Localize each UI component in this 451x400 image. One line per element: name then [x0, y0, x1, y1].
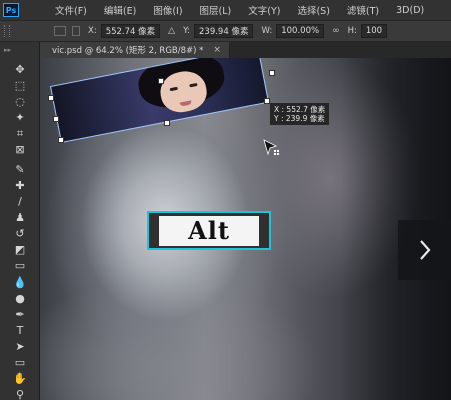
transform-handle-top-left[interactable] [48, 95, 54, 101]
transformed-photo-layer[interactable] [49, 58, 270, 143]
menu-layer[interactable]: 图层(L) [200, 3, 232, 17]
blur-tool-icon[interactable]: 💧 [9, 275, 31, 290]
height-field[interactable]: 100 [360, 24, 388, 38]
menu-select[interactable]: 选择(S) [297, 3, 329, 17]
eyedropper-tool-icon[interactable]: ✎ [9, 162, 31, 177]
crop-tool-icon[interactable]: ⌗ [9, 126, 31, 141]
tools-panel: ▸▸ ✥⬚◌✦⌗⊠✎✚/♟↺◩▭💧●✒T➤▭✋⚲… [0, 42, 40, 400]
document-tab-bar: vic.psd @ 64.2% (矩形 2, RGB/8#) * × [40, 42, 451, 58]
y-position-field[interactable]: 239.94 像素 [194, 24, 254, 38]
collapse-panel-icon[interactable]: ▸▸ [4, 46, 11, 54]
link-icon[interactable]: ∞ [332, 26, 340, 36]
menu-bar: Ps 文件(F) 编辑(E) 图像(I) 图层(L) 文字(Y) 选择(S) 滤… [0, 0, 451, 20]
type-tool-icon[interactable]: T [9, 323, 31, 338]
menu-file[interactable]: 文件(F) [55, 3, 87, 17]
hand-tool-icon[interactable]: ✋ [9, 371, 31, 386]
close-tab-icon[interactable]: × [213, 45, 221, 55]
gradient-tool-icon[interactable]: ▭ [9, 258, 31, 273]
brush-tool-icon[interactable]: / [9, 194, 31, 209]
menu-type[interactable]: 文字(Y) [248, 3, 280, 17]
options-bar-grip[interactable] [4, 25, 10, 37]
x-label: X: [88, 26, 97, 36]
transform-handle-top-middle[interactable] [158, 78, 164, 84]
document-canvas[interactable]: X : 552.7 像素 Y : 239.9 像素 Alt [40, 58, 451, 400]
rectangle-tool-icon[interactable]: ▭ [9, 355, 31, 370]
clone-stamp-tool-icon[interactable]: ♟ [9, 210, 31, 225]
width-field[interactable]: 100.00% [276, 24, 325, 38]
transform-handle-middle-left[interactable] [53, 116, 59, 122]
move-cursor-icon [263, 139, 279, 156]
menu-edit[interactable]: 编辑(E) [104, 3, 136, 17]
reference-point-toggle[interactable] [54, 26, 66, 36]
move-tool-icon[interactable]: ✥ [9, 62, 31, 77]
transform-handle-bottom-left[interactable] [58, 137, 64, 143]
history-brush-tool-icon[interactable]: ↺ [9, 226, 31, 241]
healing-brush-tool-icon[interactable]: ✚ [9, 178, 31, 193]
menu-3d[interactable]: 3D(D) [396, 5, 424, 16]
x-position-field[interactable]: 552.74 像素 [100, 24, 161, 38]
document-tab-title: vic.psd @ 64.2% (矩形 2, RGB/8#) * [52, 46, 204, 56]
marquee-tool-icon[interactable]: ⬚ [9, 78, 31, 93]
transform-coordinates-tooltip: X : 552.7 像素 Y : 239.9 像素 [270, 103, 330, 125]
menu-image[interactable]: 图像(I) [153, 3, 182, 17]
transform-handle-bottom-middle[interactable] [164, 120, 170, 126]
transform-handle-top-right[interactable] [269, 70, 275, 76]
w-label: W: [261, 26, 273, 36]
zoom-tool-icon[interactable]: ⚲ [9, 387, 31, 400]
frame-tool-icon[interactable]: ⊠ [9, 142, 31, 157]
options-bar: X: 552.74 像素 △ Y: 239.94 像素 W: 100.00% ∞… [0, 20, 451, 42]
path-selection-tool-icon[interactable]: ➤ [9, 339, 31, 354]
pen-tool-icon[interactable]: ✒ [9, 307, 31, 322]
reference-point-icon[interactable] [72, 26, 80, 36]
y-label: Y: [183, 26, 190, 36]
tooltip-y-value: Y : 239.9 像素 [274, 114, 325, 123]
eraser-tool-icon[interactable]: ◩ [9, 242, 31, 257]
alt-key-label: Alt [159, 215, 259, 246]
h-label: H: [347, 26, 357, 36]
dodge-tool-icon[interactable]: ● [9, 291, 31, 306]
document-tab[interactable]: vic.psd @ 64.2% (矩形 2, RGB/8#) * × [40, 42, 230, 58]
magic-wand-tool-icon[interactable]: ✦ [9, 110, 31, 125]
menu-filter[interactable]: 滤镜(T) [347, 3, 379, 17]
delta-triangle-icon[interactable]: △ [168, 26, 175, 36]
photoshop-logo: Ps [3, 3, 19, 17]
lasso-tool-icon[interactable]: ◌ [9, 94, 31, 109]
chevron-right-icon [419, 240, 430, 260]
alt-key-overlay: Alt [147, 211, 271, 250]
tooltip-x-value: X : 552.7 像素 [274, 105, 326, 114]
next-slide-button[interactable] [398, 220, 451, 280]
